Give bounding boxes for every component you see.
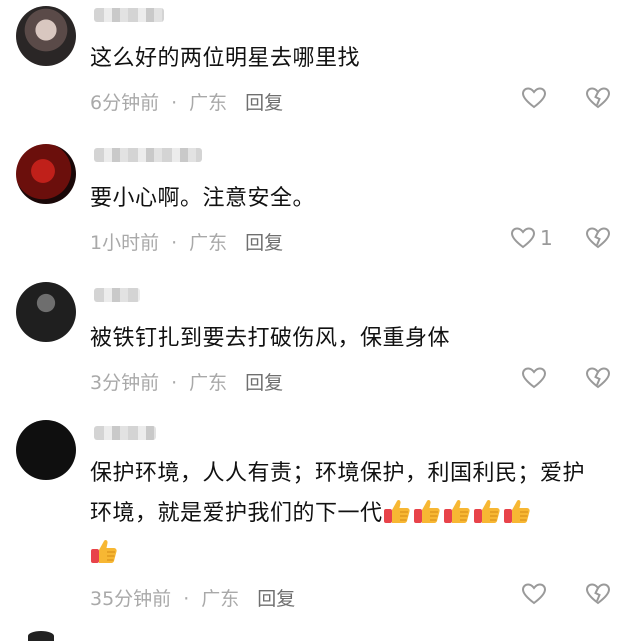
username-blurred[interactable] [94,426,156,440]
avatar[interactable] [16,282,76,342]
comment-text-line-1: 保护环境，人人有责；环境保护，利国利民；爱护 [90,461,586,486]
comment-location: 广东 [189,92,228,114]
heart-outline-icon [521,366,547,390]
separator: · [171,232,178,254]
comment-text-line-2: 环境，就是爱护我们的下一代 [90,494,620,534]
comment-time: 6分钟前 [90,92,160,114]
dislike-button[interactable] [585,86,611,110]
separator: · [183,588,190,610]
avatar[interactable] [16,6,76,66]
avatar[interactable] [16,420,76,480]
dislike-button[interactable] [585,582,611,606]
comment-location: 广东 [189,372,228,394]
username-blurred[interactable] [94,288,140,302]
comment-meta: 35分钟前 · 广东 回复 [90,584,295,611]
comment-meta: 1小时前 · 广东 回复 [90,228,283,255]
comment-text: 要小心啊。注意安全。 [90,186,316,211]
comment-text-line-3 [90,534,620,574]
like-button[interactable] [521,366,551,390]
username-blurred[interactable] [94,8,164,22]
broken-heart-icon [585,366,611,390]
reply-button[interactable]: 回复 [245,92,283,114]
thumbs-up-emoji [443,498,471,524]
thumbs-up-emoji [413,498,441,524]
username-blurred[interactable] [94,148,202,162]
reply-button[interactable]: 回复 [245,232,283,254]
broken-heart-icon [585,86,611,110]
heart-outline-icon [521,582,547,606]
comment-meta: 3分钟前 · 广东 回复 [90,368,283,395]
dislike-button[interactable] [585,226,611,250]
heart-outline-icon [510,226,536,250]
comment-location: 广东 [189,232,228,254]
thumbs-up-emoji [383,498,411,524]
broken-heart-icon [585,226,611,250]
comment-location: 广东 [201,588,240,610]
thumbs-up-emoji [90,538,118,564]
like-button[interactable] [521,86,551,110]
thumbs-up-emoji [473,498,501,524]
thumbs-up-emoji [503,498,531,524]
like-count: 1 [540,226,553,250]
comment-time: 1小时前 [90,232,160,254]
comment-meta: 6分钟前 · 广东 回复 [90,88,283,115]
avatar[interactable] [16,144,76,204]
dislike-button[interactable] [585,366,611,390]
reply-button[interactable]: 回复 [245,372,283,394]
heart-outline-icon [521,86,547,110]
comment-time: 35分钟前 [90,588,172,610]
like-button[interactable]: 1 [510,226,553,250]
like-button[interactable] [521,582,551,606]
reply-button[interactable]: 回复 [257,588,295,610]
comment-time: 3分钟前 [90,372,160,394]
separator: · [171,372,178,394]
comment-text: 被铁钉扎到要去打破伤风，保重身体 [90,326,451,351]
broken-heart-icon [585,582,611,606]
comment-text: 这么好的两位明星去哪里找 [90,46,361,71]
comment-text-line-2-text: 环境，就是爱护我们的下一代 [90,501,383,526]
separator: · [171,92,178,114]
comment-text: 保护环境，人人有责；环境保护，利国利民；爱护 环境，就是爱护我们的下一代 [90,454,620,574]
